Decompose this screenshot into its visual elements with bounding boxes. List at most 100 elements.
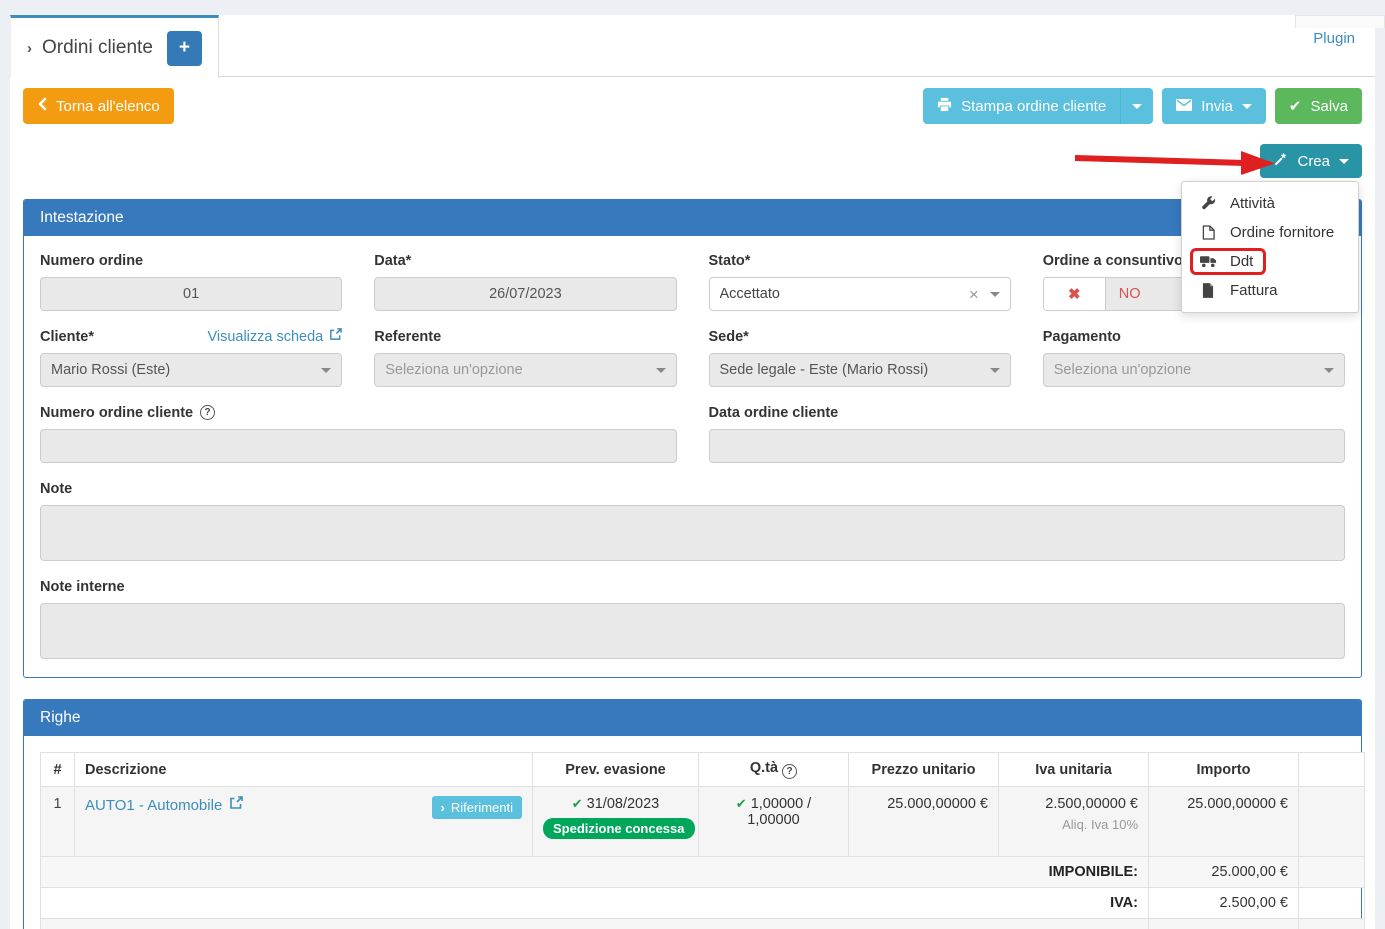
caret-down-icon [1339,159,1349,164]
menu-item-fattura[interactable]: Fattura [1182,276,1358,305]
qta-value: 1,00000 / 1,00000 [747,796,811,828]
pagamento-placeholder: Seleziona un'opzione [1054,362,1191,378]
spedizione-badge: Spedizione concessa [543,818,695,839]
print-order-button[interactable]: Stampa ordine cliente [923,88,1120,124]
help-icon[interactable]: ? [200,405,215,420]
check-icon: ✔ [1289,97,1302,115]
create-row: Crea Attività Ordine fornitore [23,144,1362,178]
col-header-prev-evasione: Prev. evasione [533,753,699,787]
toolbar: Torna all'elenco Stampa ordine cliente [23,88,1362,124]
plugin-link[interactable]: Plugin [1313,30,1355,47]
file-outline-icon [1199,225,1217,240]
pagamento-select[interactable]: Seleziona un'opzione [1043,353,1345,387]
righe-panel-header: Righe [24,700,1361,736]
empty-cell [1299,888,1365,919]
field-cliente: Cliente* Visualizza scheda Mario Rossi (… [40,328,342,387]
main-content: Torna all'elenco Stampa ordine cliente [10,77,1375,929]
empty-cell [1299,857,1365,888]
save-button-label: Salva [1310,98,1348,115]
data-ordine-cliente-label: Data ordine cliente [709,404,1346,421]
iva-unitaria-value: 2.500,00000 € [1009,796,1138,812]
external-link-icon [329,328,342,345]
print-button-label: Stampa ordine cliente [961,98,1106,115]
envelope-icon [1176,98,1192,115]
menu-item-attivita[interactable]: Attività [1182,189,1358,218]
field-numero-ordine-cliente: Numero ordine cliente ? [40,404,677,463]
imponibile-label: IMPONIBILE: [41,857,1149,888]
create-button-label: Crea [1297,153,1330,170]
numero-ordine-cliente-input[interactable] [40,429,677,463]
chevron-down-icon [1324,368,1334,373]
menu-item-ordine-fornitore[interactable]: Ordine fornitore [1182,218,1358,247]
check-icon: ✔ [572,796,583,811]
article-link[interactable]: AUTO1 - Automobile [85,796,243,814]
cliente-select[interactable]: Mario Rossi (Este) [40,353,342,387]
check-icon: ✔ [736,796,747,811]
sede-label: Sede* [709,328,1011,345]
cliente-label: Cliente* [40,328,94,345]
caret-down-icon [1242,104,1252,109]
external-link-icon [229,796,243,814]
col-header-importo: Importo [1149,753,1299,787]
printer-icon [937,97,952,116]
send-button[interactable]: Invia [1162,88,1266,124]
numero-ordine-cliente-label: Numero ordine cliente [40,405,193,421]
visualizza-scheda-link[interactable]: Visualizza scheda [207,328,342,345]
table-header-row: # Descrizione Prev. evasione Q.tà ? Prez… [41,753,1365,787]
data-input[interactable]: 26/07/2023 [374,277,676,311]
table-row: 1 AUTO1 - Automobile › [41,787,1365,857]
field-stato: Stato* Accettato × [709,252,1011,311]
cross-icon[interactable]: ✖ [1044,278,1106,310]
riferimenti-badge[interactable]: › Riferimenti [432,796,522,819]
toolbar-right: Stampa ordine cliente Invia ✔ Salva [923,88,1362,124]
data-ordine-cliente-input[interactable] [709,429,1346,463]
send-button-label: Invia [1201,98,1233,115]
new-tab-button[interactable]: + [167,31,202,66]
iva-aliquota-detail: Aliq. Iva 10% [1009,817,1138,832]
create-button[interactable]: Crea [1260,144,1362,178]
field-note: Note [40,480,1345,561]
page-title-text: Ordini cliente [42,37,153,59]
clear-icon[interactable]: × [969,286,979,303]
field-data: Data* 26/07/2023 [374,252,676,311]
empty-cell [1299,919,1365,929]
print-button-group: Stampa ordine cliente [923,88,1153,124]
create-dropdown-menu: Attività Ordine fornitore Ddt [1181,181,1359,313]
col-header-descrizione: Descrizione [75,753,533,787]
annotation-highlight-box: Ddt [1190,248,1266,275]
field-pagamento: Pagamento Seleziona un'opzione [1043,328,1345,387]
save-button[interactable]: ✔ Salva [1275,88,1362,124]
pagamento-label: Pagamento [1043,328,1345,345]
numero-ordine-input[interactable]: 01 [40,277,342,311]
article-link-label: AUTO1 - Automobile [85,797,222,814]
help-icon[interactable]: ? [782,764,797,779]
chevron-right-icon: › [441,800,445,815]
menu-item-label: Fattura [1230,282,1278,299]
annotation-arrow [1073,149,1278,175]
partial-tab[interactable] [1295,15,1385,28]
referente-placeholder: Seleziona un'opzione [385,362,522,378]
imponibile-value: 25.000,00 € [1149,857,1299,888]
note-textarea[interactable] [40,505,1345,561]
iva-value: 2.500,00 € [1149,888,1299,919]
iva-label: IVA: [41,888,1149,919]
col-header-actions [1299,753,1365,787]
menu-item-ddt[interactable]: Ddt [1182,247,1358,276]
chevron-right-icon: › [27,40,32,57]
magic-wand-icon [1273,152,1288,171]
sede-select[interactable]: Sede legale - Este (Mario Rossi) [709,353,1011,387]
print-dropdown-toggle[interactable] [1120,88,1153,124]
total-row-iva: IVA: 2.500,00 € [41,888,1365,919]
intestazione-panel-header: Intestazione [24,200,1361,236]
col-header-iva-unitaria: Iva unitaria [999,753,1149,787]
prezzo-unitario-cell: 25.000,00000 € [849,787,999,857]
back-button-label: Torna all'elenco [56,98,160,115]
referente-select[interactable]: Seleziona un'opzione [374,353,676,387]
stato-select[interactable]: Accettato × [709,277,1011,311]
chevron-down-icon [990,368,1000,373]
data-label: Data* [374,252,676,269]
back-to-list-button[interactable]: Torna all'elenco [23,88,174,124]
tab-ordini-cliente[interactable]: › Ordini cliente + [10,15,219,78]
riferimenti-label: Riferimenti [451,800,513,815]
note-interne-textarea[interactable] [40,603,1345,659]
